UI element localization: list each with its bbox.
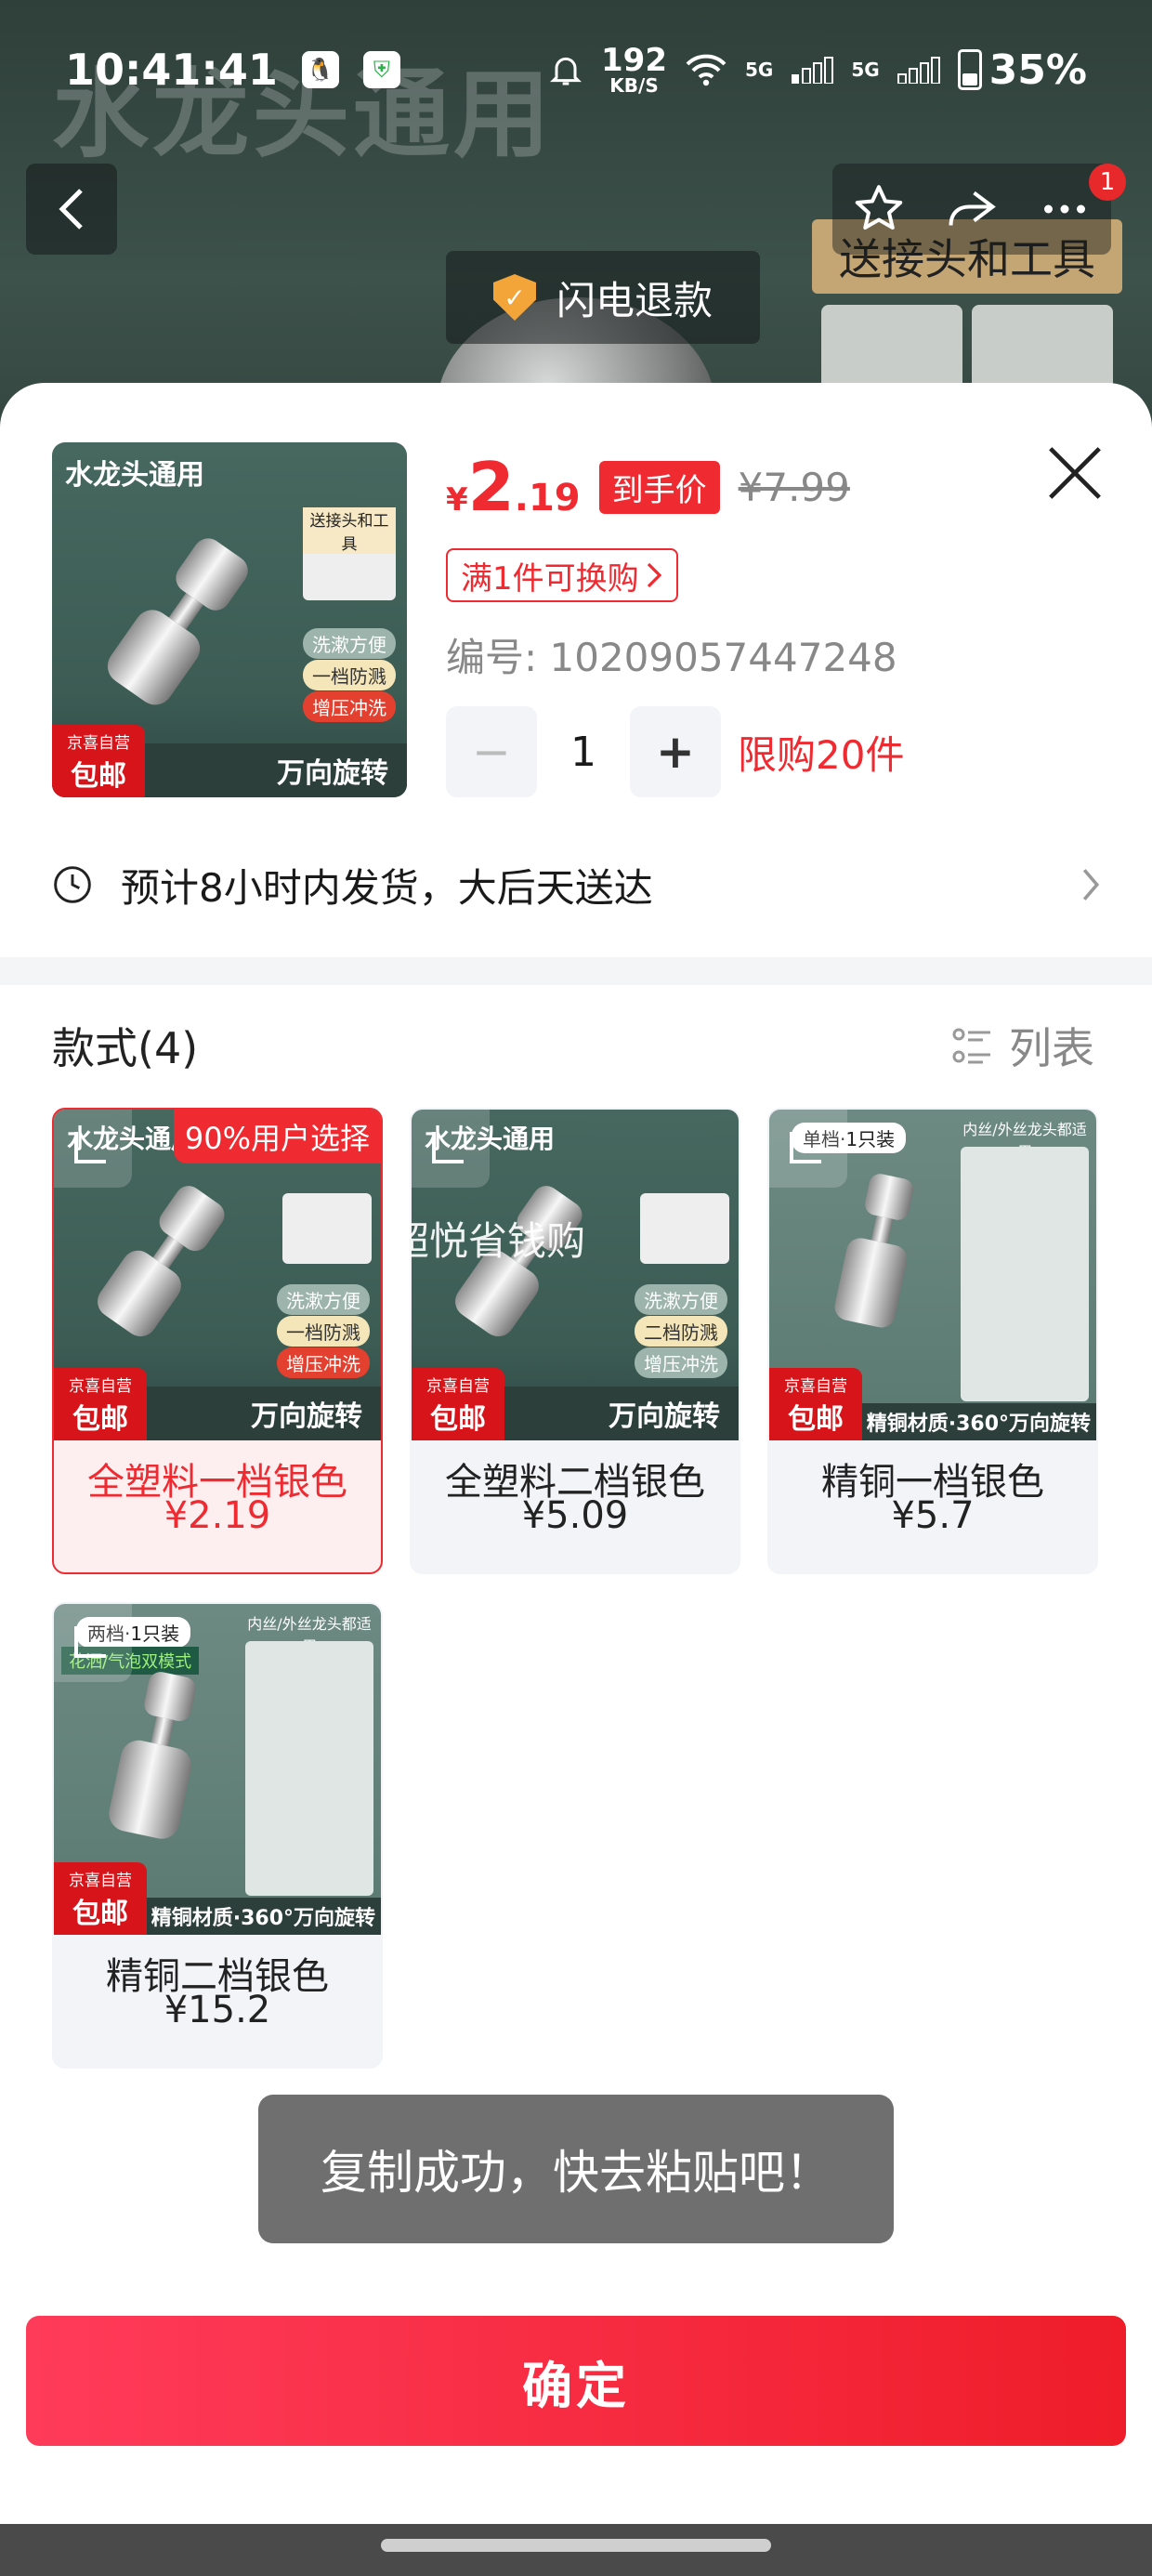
original-price: ¥7.99 [738, 464, 850, 510]
jx-badge: 京喜自营 包邮 [412, 1368, 504, 1440]
security-shield-icon: ⛨ [362, 51, 400, 88]
card-pill: 增压冲洗 [635, 1347, 727, 1378]
battery-percent: 35% [988, 46, 1087, 94]
faucet-image [109, 1672, 196, 1839]
wifi-icon [686, 54, 727, 86]
card-pill: 洗漱方便 [635, 1284, 727, 1315]
zoom-corner-icon[interactable] [412, 1110, 490, 1188]
battery-icon [957, 49, 982, 90]
flash-refund-badge: ✓ 闪电退款 [446, 251, 760, 344]
alarm-bell-icon [550, 57, 582, 85]
popular-choice-badge: 90%用户选择 [173, 1110, 381, 1163]
zoom-corner-icon[interactable] [769, 1110, 847, 1188]
faucet-image [107, 538, 248, 705]
home-indicator[interactable] [381, 2539, 771, 2552]
quantity-value[interactable]: 1 [537, 729, 630, 776]
chevron-right-icon [1082, 869, 1100, 900]
watermark-text: 超悦省钱购 [390, 1218, 586, 1264]
flash-refund-label: 闪电退款 [556, 277, 713, 323]
jx-badge-top: 京喜自营 [67, 733, 130, 753]
qq-penguin-icon: 🐧 [301, 51, 339, 88]
zoom-corner-icon[interactable] [54, 1110, 132, 1188]
chevron-left-icon [59, 189, 83, 230]
style-option-card[interactable]: 水龙头通用 洗漱方便 二档防溅 增压冲洗 万向旋转 京喜自营 包邮 全塑料二档银色… [410, 1108, 740, 1574]
notification-badge: 1 [1089, 164, 1126, 201]
share-icon[interactable] [944, 181, 1000, 237]
confirm-button[interactable]: 确定 [26, 2316, 1126, 2446]
style-price: ¥15.2 [164, 1989, 271, 2031]
close-icon[interactable] [1042, 440, 1107, 506]
style-option-card[interactable]: 单档·1只装 内丝/外丝龙头都适用 精铜材质·360°万向旋转 京喜自营包邮 精… [767, 1108, 1098, 1574]
back-button[interactable] [26, 164, 117, 255]
exchange-offer-button[interactable]: 满1件可换购 [446, 548, 678, 602]
clock-icon [54, 866, 91, 903]
jx-badge: 京喜自营 包邮 [54, 1862, 147, 1935]
style-price: ¥2.19 [164, 1494, 271, 1537]
thumb-tools-title: 送接头和工具 [303, 507, 396, 554]
top-actions [832, 164, 1111, 255]
list-view-toggle[interactable]: 列表 [949, 1015, 1094, 1076]
faucet-image [98, 1186, 225, 1337]
shipping-text: 预计8小时内发货，大后天送达 [121, 864, 653, 911]
jx-badge-main: 包邮 [71, 759, 126, 793]
styles-heading: 款式(4) [52, 1023, 199, 1073]
section-divider [0, 957, 1152, 985]
network-speed: 192 KB/S [601, 45, 667, 95]
chevron-right-icon [647, 562, 661, 588]
star-icon[interactable] [851, 181, 907, 237]
status-right: 192 KB/S 5G 5G 35% [547, 45, 1087, 95]
jx-badge: 京喜自营 包邮 [54, 1368, 147, 1440]
card-pill: 增压冲洗 [277, 1347, 370, 1378]
network-speed-unit: KB/S [609, 74, 659, 97]
thumb-pill-3: 增压冲洗 [303, 691, 396, 722]
thumb-title: 水龙头通用 [65, 459, 204, 492]
style-price: ¥5.09 [521, 1494, 629, 1537]
card-pill: 二档防溅 [635, 1316, 727, 1347]
network-speed-value: 192 [601, 42, 667, 79]
increase-quantity-button[interactable]: + [630, 706, 721, 797]
signal-label-1: 5G [744, 59, 774, 81]
exchange-offer-label: 满1件可换购 [461, 559, 639, 598]
thumb-pill-1: 洗漱方便 [303, 628, 396, 659]
hand-price-badge: 到手价 [598, 460, 720, 514]
status-bar: 10:41:41 🐧 ⛨ 192 KB/S 5G 5G 35% [0, 0, 1152, 139]
card-pill: 一档防溅 [277, 1316, 370, 1347]
quantity-stepper: − 1 + 限购20件 [446, 706, 904, 797]
thumb-pill-2: 一档防溅 [303, 660, 396, 690]
copy-success-toast: 复制成功，快去粘贴吧！ [258, 2095, 894, 2243]
status-time: 10:41:41 [65, 45, 278, 95]
accessory-panel [961, 1147, 1089, 1401]
current-price: ¥2.19 [446, 448, 581, 526]
signal-bars-icon [792, 57, 834, 84]
tools-image [640, 1193, 729, 1264]
style-price: ¥5.7 [891, 1494, 975, 1537]
jx-badge: 京喜自营 包邮 [769, 1368, 862, 1440]
battery-indicator: 35% [957, 46, 1087, 94]
tools-image [282, 1193, 372, 1264]
product-thumbnail[interactable]: 水龙头通用 送接头和工具 洗漱方便 一档防溅 增压冲洗 万向旋转 京喜自营 包邮 [52, 442, 407, 797]
shipping-info-row[interactable]: 预计8小时内发货，大后天送达 [52, 848, 1102, 922]
zoom-corner-icon[interactable] [54, 1604, 132, 1682]
decrease-quantity-button[interactable]: − [446, 706, 537, 797]
list-toggle-label: 列表 [1009, 1023, 1094, 1073]
style-option-card[interactable]: 两档·1只装 花洒/气泡双模式 内丝/外丝龙头都适用 精铜材质·360°万向旋转… [52, 1602, 383, 2069]
list-icon [952, 1028, 990, 1064]
signal-label-2: 5G [851, 59, 880, 81]
accessory-panel [245, 1641, 373, 1896]
signal-bars-icon [897, 57, 940, 84]
more-icon[interactable] [1037, 181, 1093, 237]
sku-number: 编号: 10209057447248 [446, 635, 897, 680]
price-row: ¥2.19 到手价 ¥7.99 [446, 448, 850, 526]
card-pill: 洗漱方便 [277, 1284, 370, 1315]
shield-check-icon: ✓ [492, 274, 536, 321]
style-option-card[interactable]: 水龙头通用 洗漱方便 一档防溅 增压冲洗 万向旋转 京喜自营 包邮 90%用户选择 [52, 1108, 383, 1574]
jx-badge: 京喜自营 包邮 [52, 725, 145, 797]
purchase-limit: 限购20件 [738, 731, 905, 778]
